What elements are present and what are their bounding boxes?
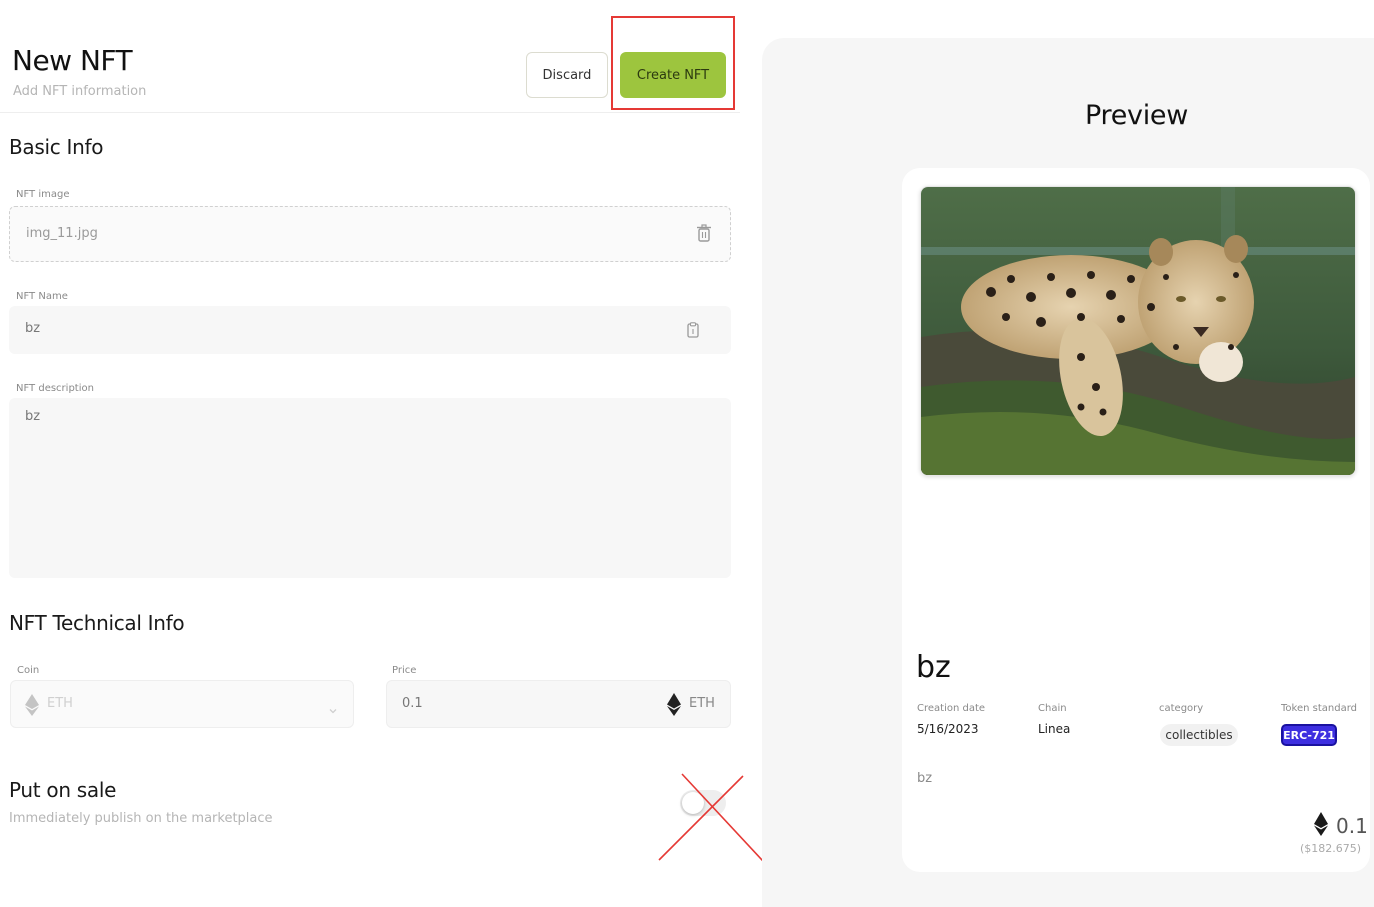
discard-button[interactable]: Discard — [526, 52, 608, 98]
chevron-down-icon — [329, 700, 337, 719]
nft-name-label: NFT Name — [16, 291, 68, 302]
ethereum-icon — [25, 694, 39, 720]
page-title: New NFT — [12, 44, 133, 77]
technical-info-title: NFT Technical Info — [9, 611, 185, 635]
creation-date-value: 5/16/2023 — [917, 722, 979, 736]
token-standard-label: Token standard — [1281, 703, 1357, 714]
coin-label: Coin — [17, 665, 40, 676]
nft-image-label: NFT image — [16, 189, 70, 200]
trash-icon[interactable] — [696, 224, 712, 246]
price-value: 0.1 — [402, 696, 423, 711]
category-chip: collectibles — [1160, 724, 1238, 746]
clipboard-icon[interactable] — [687, 322, 699, 342]
nft-name-input[interactable]: bz — [9, 306, 731, 354]
coin-select[interactable]: ETH — [10, 680, 354, 728]
price-unit: ETH — [689, 696, 715, 711]
chain-value: Linea — [1038, 722, 1071, 736]
nft-description-textarea[interactable]: bz — [9, 398, 731, 578]
basic-info-title: Basic Info — [9, 135, 104, 159]
preview-description: bz — [917, 771, 933, 786]
chain-label: Chain — [1038, 703, 1067, 714]
page-subtitle: Add NFT information — [13, 84, 147, 99]
nft-name-value: bz — [25, 321, 41, 336]
header-divider — [0, 112, 740, 113]
put-on-sale-description: Immediately publish on the marketplace — [9, 811, 273, 826]
preview-price-usd: ($182.675) — [1300, 842, 1362, 855]
nft-image-filename: img_11.jpg — [26, 226, 98, 241]
ethereum-icon — [667, 693, 681, 720]
put-on-sale-title: Put on sale — [9, 778, 117, 802]
nft-description-label: NFT description — [16, 383, 94, 394]
create-nft-button[interactable]: Create NFT — [620, 52, 726, 98]
preview-nft-name: bz — [916, 650, 951, 685]
nft-image-field[interactable]: img_11.jpg — [9, 206, 731, 262]
price-input[interactable]: 0.1 ETH — [386, 680, 731, 728]
nft-description-value: bz — [25, 409, 41, 424]
coin-value: ETH — [47, 696, 73, 711]
preview-price: 0.1 — [1336, 814, 1368, 838]
creation-date-label: Creation date — [917, 703, 986, 714]
toggle-knob — [682, 792, 704, 814]
price-label: Price — [392, 665, 417, 676]
category-label: category — [1159, 703, 1204, 714]
ethereum-icon — [1314, 812, 1328, 840]
preview-title: Preview — [1085, 100, 1188, 131]
token-standard-badge: ERC-721 — [1281, 724, 1337, 746]
nft-preview-image — [920, 186, 1356, 476]
